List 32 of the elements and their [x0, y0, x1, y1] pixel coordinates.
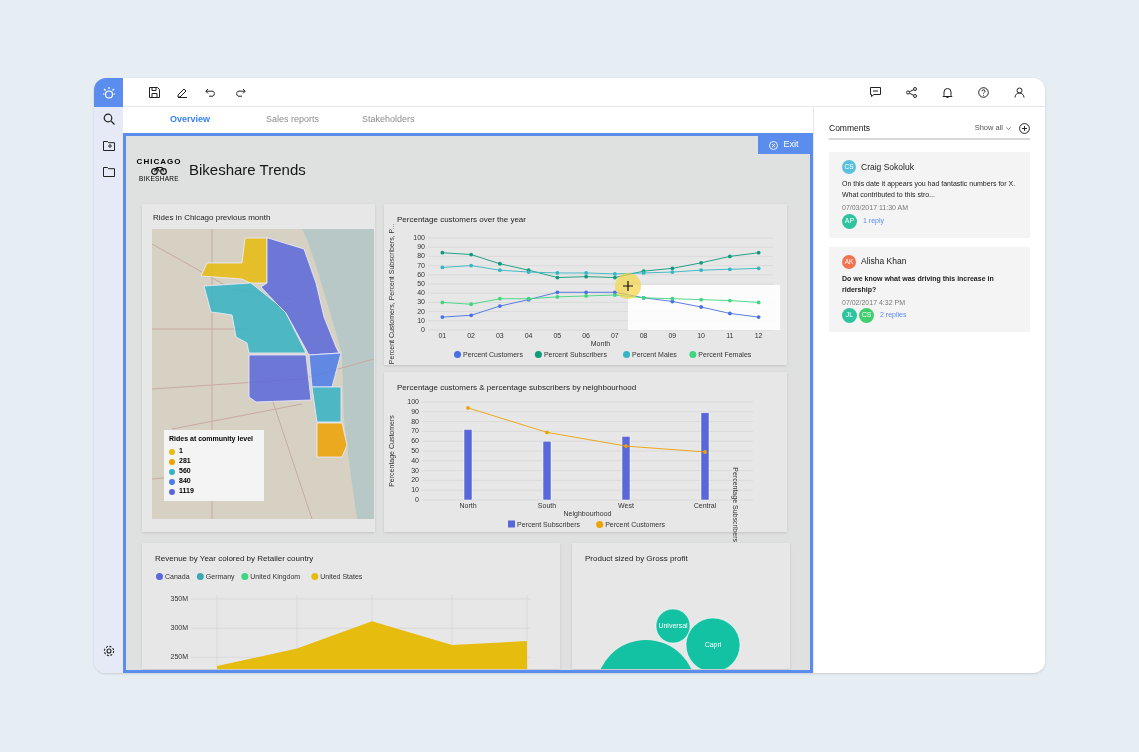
save-icon[interactable]: [149, 86, 160, 98]
settings-icon[interactable]: [102, 645, 115, 657]
undo-icon[interactable]: [205, 87, 217, 97]
card-title: Rides in Chicago previous month: [153, 212, 271, 224]
author-name: Craig Sokoluk: [861, 160, 914, 174]
folder-icon[interactable]: [102, 166, 115, 177]
card-title: Revenue by Year colored by Retailer country: [155, 553, 314, 565]
panel-title: Comments: [829, 121, 872, 135]
app-logo-icon[interactable]: [94, 78, 123, 107]
tab[interactable]: Sales reports: [266, 113, 362, 127]
share-icon[interactable]: [906, 86, 917, 98]
search-icon[interactable]: [102, 113, 115, 125]
card-title: Percentage customers over the year: [397, 214, 526, 226]
help-icon[interactable]: [978, 86, 989, 98]
card-title: Percentage customers & percentage subscribers by neighbourhood: [397, 382, 637, 394]
redo-icon[interactable]: [234, 87, 246, 97]
pencil-icon[interactable]: [177, 86, 188, 98]
exit-button[interactable]: Exit: [758, 136, 810, 154]
bicycle-icon: [151, 165, 167, 175]
chat-icon[interactable]: [870, 86, 881, 98]
caret-icon: [1006, 126, 1011, 130]
logo-text: CHICAGO: [136, 157, 182, 166]
author-name: Alisha Khan: [861, 255, 907, 268]
user-icon[interactable]: [1014, 86, 1025, 98]
add-icon[interactable]: [1019, 122, 1030, 134]
tab[interactable]: Stakeholders: [362, 113, 458, 127]
card-title: Product sized by Gross profit: [585, 553, 688, 565]
bell-icon[interactable]: [942, 86, 953, 98]
tab[interactable]: Overview: [170, 113, 266, 127]
folder-icon[interactable]: [102, 140, 115, 151]
close-icon: [769, 140, 779, 150]
dashboard-title: Bikeshare Trends: [189, 159, 306, 180]
